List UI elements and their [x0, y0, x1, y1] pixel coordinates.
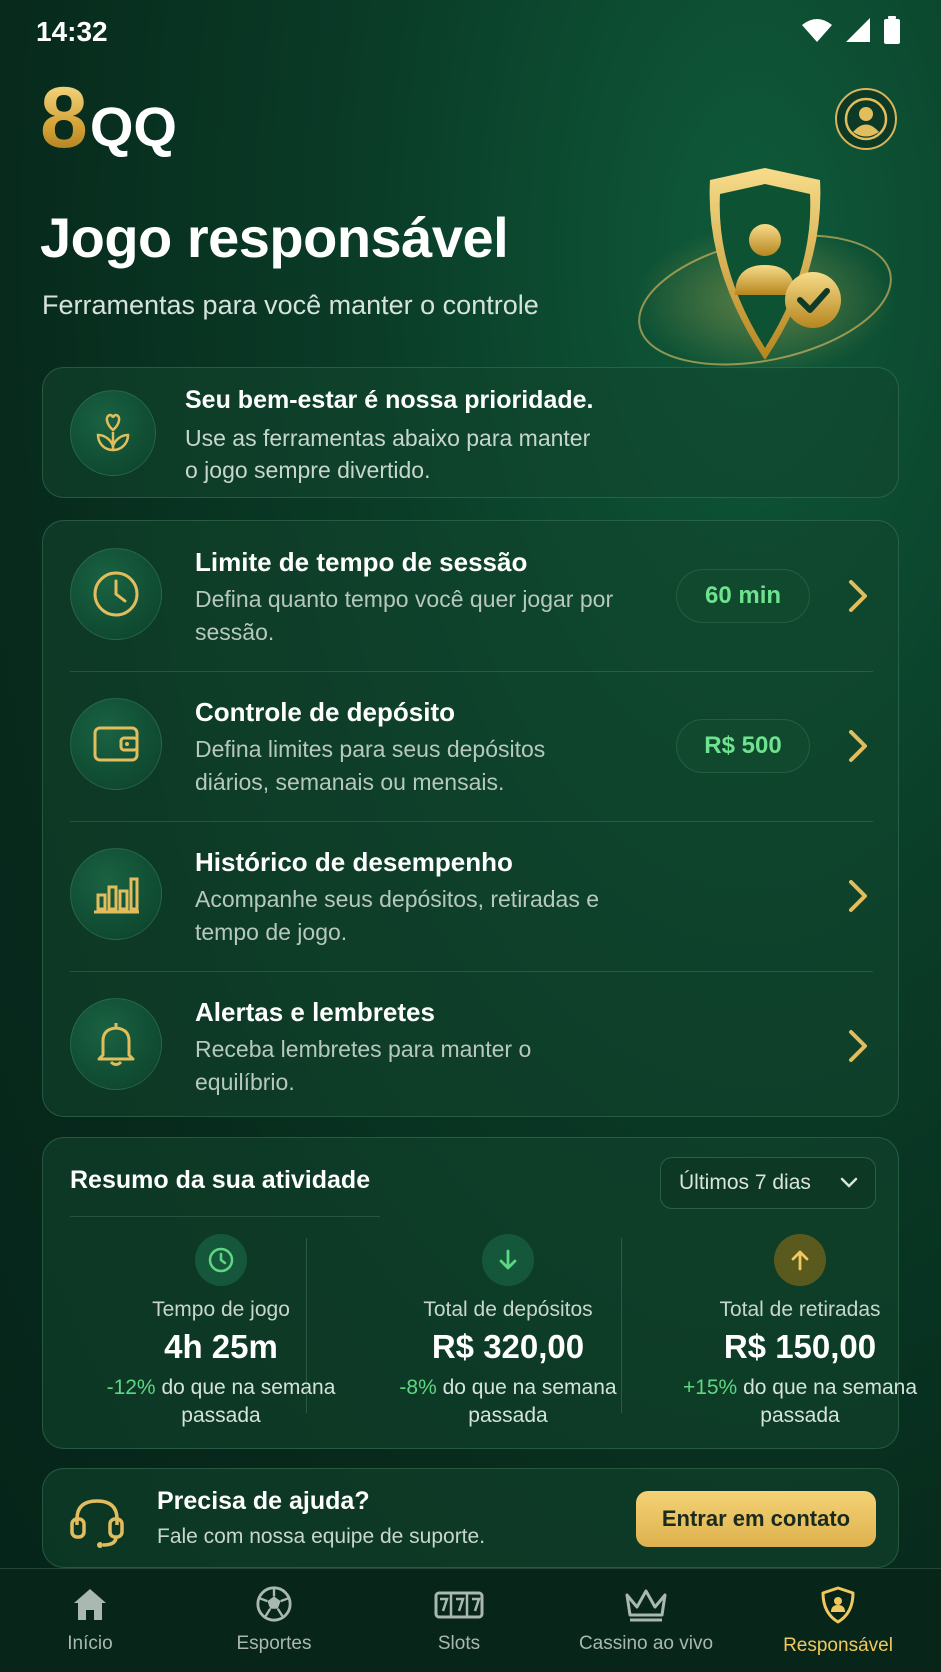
help-title: Precisa de ajuda?: [157, 1487, 370, 1515]
activity-title: Resumo da sua atividade: [70, 1166, 371, 1194]
help-card: Precisa de ajuda? Fale com nossa equipe …: [42, 1468, 899, 1568]
nav-item-live-casino[interactable]: Cassino ao vivo: [552, 1585, 740, 1655]
divider: [621, 1238, 622, 1413]
bar-chart-icon: [70, 848, 162, 940]
tool-performance-history-row[interactable]: Histórico de desempenho Acompanhe seus d…: [43, 821, 900, 971]
profile-button[interactable]: [835, 88, 897, 150]
shield-check-icon: [635, 168, 895, 375]
chevron-right-icon: [849, 580, 867, 612]
tool-description: Defina limites para seus depósitos diári…: [195, 736, 546, 795]
nav-item-home[interactable]: Início: [0, 1585, 184, 1655]
signal-icon: [846, 18, 870, 42]
wellbeing-title: Seu bem-estar é nossa prioridade.: [185, 386, 594, 414]
bell-icon: [70, 998, 162, 1090]
stat-label: Total de depósitos: [423, 1298, 593, 1321]
wellbeing-card: Seu bem-estar é nossa prioridade. Use as…: [42, 367, 899, 498]
wifi-icon: [802, 19, 832, 42]
stat-total-withdrawals: Total de retiradas R$ 150,00 +15% do que…: [660, 1234, 940, 1430]
chevron-down-icon: [840, 1177, 858, 1188]
nav-label: Slots: [437, 1633, 481, 1654]
tool-description: Defina quanto tempo você quer jogar por …: [195, 586, 614, 645]
divider: [306, 1238, 307, 1413]
user-icon: [844, 97, 888, 141]
nav-label: Esportes: [236, 1633, 312, 1654]
arrow-up-icon: [774, 1234, 826, 1286]
tool-title: Limite de tempo de sessão: [195, 547, 528, 577]
home-icon: [74, 1589, 106, 1620]
tool-title: Controle de depósito: [195, 697, 455, 727]
stat-change-suffix: do que na semana passada: [436, 1376, 617, 1427]
tool-description: Acompanhe seus depósitos, retiradas e te…: [195, 886, 600, 945]
divider: [70, 1216, 380, 1217]
period-value: Últimos 7 dias: [679, 1171, 811, 1194]
bottom-nav: Início Esportes Slots Cassino ao vivo Re…: [0, 1568, 941, 1672]
stat-value: R$ 320,00: [431, 1328, 585, 1365]
shield-icon: [821, 1586, 855, 1624]
chevron-right-icon: [849, 1030, 867, 1062]
stat-change-percent: -12%: [106, 1376, 156, 1399]
contact-button[interactable]: Entrar em contato: [636, 1491, 876, 1547]
tool-title: Histórico de desempenho: [195, 847, 513, 877]
tool-session-time-row[interactable]: Limite de tempo de sessão Defina quanto …: [43, 521, 900, 671]
battery-icon: [884, 16, 900, 44]
stat-change-suffix: do que na semana passada: [737, 1376, 918, 1427]
soccer-ball-icon: [256, 1586, 292, 1622]
deposit-limit-value: R$ 500: [676, 719, 810, 773]
page-title: Jogo responsável: [40, 206, 509, 269]
lotus-heart-icon: [70, 390, 156, 476]
headset-icon: [70, 1499, 124, 1548]
tools-card: Limite de tempo de sessão Defina quanto …: [42, 520, 899, 1117]
stat-value: 4h 25m: [164, 1328, 278, 1365]
wallet-icon: [70, 698, 162, 790]
stat-change: +15% do que na semana passada: [660, 1374, 940, 1430]
nav-item-sports[interactable]: Esportes: [180, 1585, 368, 1655]
logo-number: 8: [40, 70, 88, 166]
session-limit-value: 60 min: [676, 569, 810, 623]
stat-label: Total de retiradas: [719, 1298, 881, 1321]
nav-label: Responsável: [783, 1635, 893, 1656]
tool-description: Receba lembretes para manter o equilíbri…: [195, 1036, 532, 1095]
nav-item-slots[interactable]: Slots: [365, 1585, 553, 1655]
stat-change-percent: -8%: [399, 1376, 437, 1399]
stat-label: Tempo de jogo: [152, 1298, 290, 1321]
arrow-down-icon: [482, 1234, 534, 1286]
help-text: Fale com nossa equipe de suporte.: [157, 1525, 486, 1548]
status-icons: [801, 16, 901, 44]
tool-title: Alertas e lembretes: [195, 997, 435, 1027]
stat-change-percent: +15%: [682, 1376, 738, 1399]
chevron-right-icon: [849, 880, 867, 912]
crown-icon: [625, 1589, 667, 1622]
stat-value: R$ 150,00: [723, 1328, 877, 1365]
brand-logo[interactable]: 8 QQ: [40, 70, 177, 166]
tool-alerts-row[interactable]: Alertas e lembretes Receba lembretes par…: [43, 971, 900, 1121]
nav-label: Cassino ao vivo: [578, 1633, 714, 1654]
status-time: 14:32: [36, 16, 108, 47]
nav-item-responsible[interactable]: Responsável: [744, 1585, 932, 1657]
tool-deposit-control-row[interactable]: Controle de depósito Defina limites para…: [43, 671, 900, 821]
status-bar: 14:32: [0, 0, 941, 62]
clock-icon: [70, 548, 162, 640]
period-dropdown[interactable]: Últimos 7 dias: [660, 1157, 876, 1209]
page-subtitle: Ferramentas para você manter o controle: [42, 290, 539, 320]
wellbeing-text: Use as ferramentas abaixo para manter o …: [185, 425, 591, 483]
activity-summary-card: Resumo da sua atividade Últimos 7 dias T…: [42, 1137, 917, 1449]
stat-total-deposits: Total de depósitos R$ 320,00 -8% do que …: [368, 1234, 648, 1430]
chevron-right-icon: [849, 730, 867, 762]
slots-icon: [434, 1591, 484, 1619]
stat-change: -8% do que na semana passada: [368, 1374, 648, 1430]
stat-change-suffix: do que na semana passada: [155, 1376, 336, 1427]
logo-text: QQ: [89, 95, 177, 158]
stat-change: -12% do que na semana passada: [81, 1374, 361, 1430]
stat-play-time: Tempo de jogo 4h 25m -12% do que na sema…: [81, 1234, 361, 1430]
clock-icon: [195, 1234, 247, 1286]
nav-label: Início: [67, 1633, 113, 1654]
